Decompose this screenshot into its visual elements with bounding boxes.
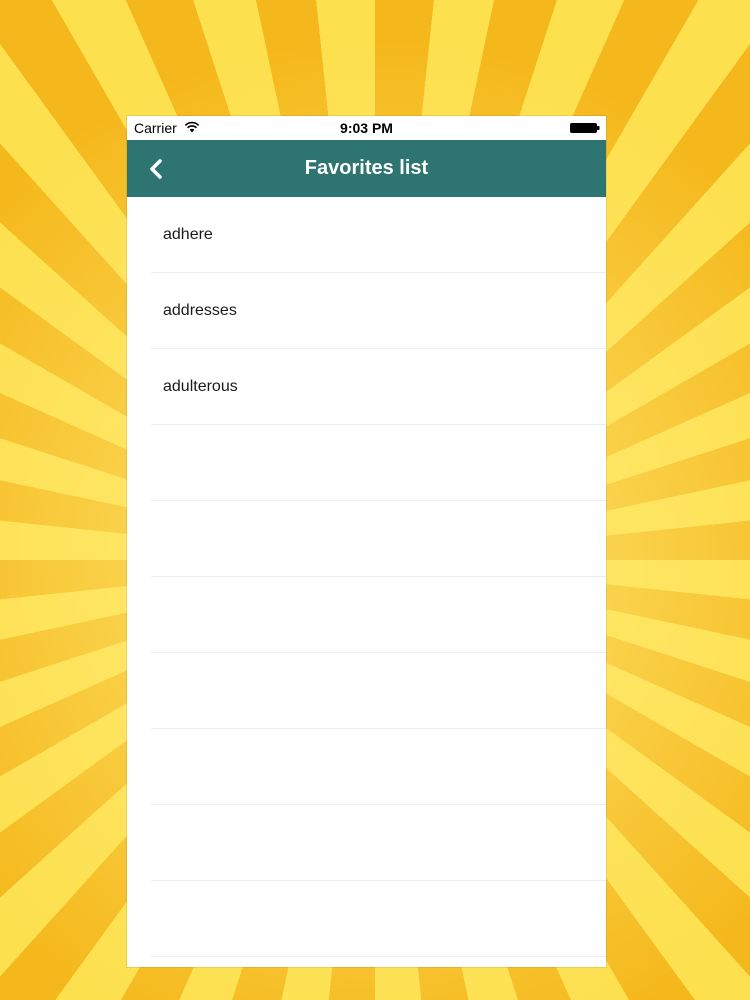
navigation-bar: Favorites list bbox=[127, 140, 606, 197]
list-item-label: adulterous bbox=[163, 378, 238, 395]
list-item[interactable]: addresses bbox=[151, 273, 606, 349]
list-item[interactable] bbox=[151, 957, 606, 967]
list-item-label: adhere bbox=[163, 226, 213, 243]
list-item[interactable] bbox=[151, 577, 606, 653]
favorites-list: adhere addresses adulterous bbox=[127, 197, 606, 967]
battery-icon bbox=[570, 123, 600, 133]
list-item-label: addresses bbox=[163, 302, 237, 319]
list-item[interactable] bbox=[151, 425, 606, 501]
list-item[interactable] bbox=[151, 881, 606, 957]
list-item[interactable]: adulterous bbox=[151, 349, 606, 425]
list-item[interactable] bbox=[151, 653, 606, 729]
list-item[interactable] bbox=[151, 805, 606, 881]
list-item[interactable] bbox=[151, 729, 606, 805]
status-time: 9:03 PM bbox=[340, 120, 393, 136]
phone-screen: Carrier 9:03 PM Favorites list adhere ad… bbox=[127, 116, 606, 967]
page-title: Favorites list bbox=[304, 157, 429, 179]
list-item[interactable] bbox=[151, 501, 606, 577]
status-bar: Carrier 9:03 PM bbox=[127, 116, 606, 140]
list-item[interactable]: adhere bbox=[151, 197, 606, 273]
